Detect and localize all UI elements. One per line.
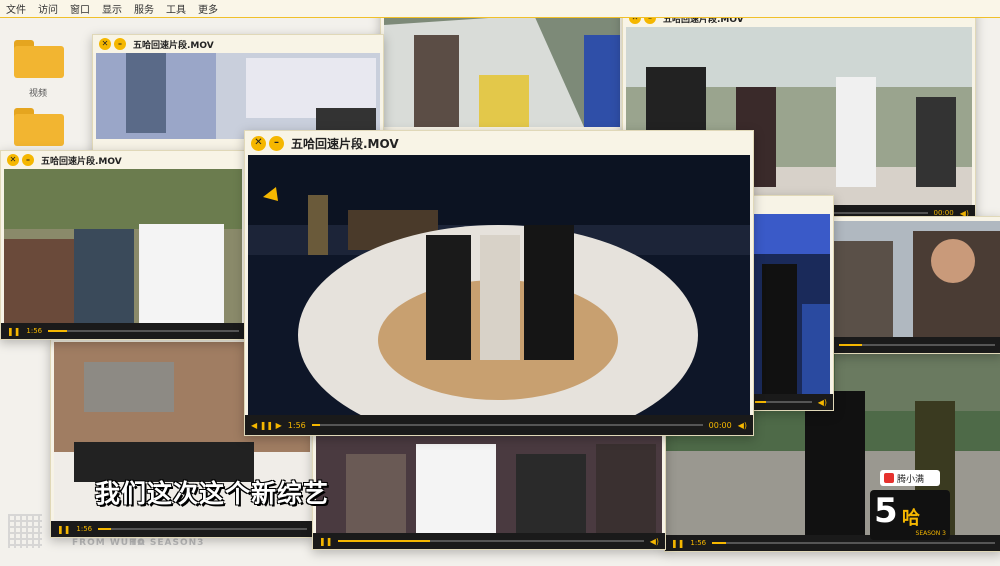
video-thumbnail — [4, 169, 242, 323]
menu-service[interactable]: 服务 — [134, 1, 154, 16]
window-titlebar[interactable]: ✕ – 五哈回速片段.MOV — [245, 131, 753, 155]
video-frame — [248, 155, 750, 415]
minimize-icon[interactable]: – — [269, 135, 284, 151]
pause-icon[interactable]: ❚❚ — [7, 327, 20, 336]
current-time: 1:56 — [76, 525, 93, 533]
video-frame — [752, 214, 830, 394]
video-window-group[interactable]: ❚❚ ◀) — [312, 430, 666, 550]
progress-bar[interactable] — [755, 401, 812, 403]
player-controls — [833, 337, 1000, 353]
folder-label: 视频 — [29, 89, 48, 99]
player-controls: ❚❚ 1:56 — [1, 323, 245, 339]
pause-icon[interactable]: ◀ ❚❚ ▶ — [251, 421, 282, 430]
brand-badge: 腾小满 — [880, 470, 940, 486]
subtitle: 我们这次这个新综艺 — [95, 479, 330, 508]
pause-icon[interactable]: ❚❚ — [57, 525, 70, 534]
menu-display[interactable]: 显示 — [102, 1, 122, 16]
brand-name: 腾小满 — [897, 474, 925, 485]
total-time: 00:00 — [708, 420, 732, 430]
close-icon[interactable]: ✕ — [251, 135, 266, 151]
video-window-concert[interactable]: ◀) — [748, 195, 834, 411]
progress-bar[interactable] — [311, 424, 703, 426]
progress-bar[interactable] — [98, 528, 307, 530]
menu-window[interactable]: 窗口 — [70, 1, 90, 16]
progress-bar[interactable] — [839, 344, 995, 346]
volume-icon[interactable]: ◀) — [650, 537, 659, 546]
close-icon[interactable]: ✕ — [99, 38, 111, 50]
video-frame — [384, 5, 620, 127]
show-logo: 5 哈 SEASON 3 — [870, 490, 950, 540]
menu-more[interactable]: 更多 — [198, 1, 218, 16]
progress-bar[interactable] — [712, 542, 995, 544]
close-icon[interactable]: ✕ — [7, 154, 19, 166]
qr-code — [8, 514, 42, 548]
video-frame — [833, 221, 1000, 337]
bottom-tag-to: TO SEASON3 — [130, 538, 205, 548]
video-thumbnail — [248, 155, 750, 415]
player-controls: ◀) — [749, 394, 833, 410]
video-frame — [96, 53, 380, 139]
player-controls: ❚❚ 1:56 — [51, 521, 313, 537]
volume-icon[interactable]: ◀) — [738, 421, 747, 430]
minimize-icon[interactable]: – — [114, 38, 126, 50]
current-time: 1:56 — [26, 327, 43, 335]
window-title: 五哈回速片段.MOV — [291, 136, 399, 151]
window-title: 五哈回速片段.MOV — [41, 156, 122, 167]
video-frame — [316, 434, 662, 533]
pause-icon[interactable]: ❚❚ — [319, 537, 332, 546]
window-titlebar[interactable]: ✕ – 五哈回速片段.MOV — [1, 151, 245, 169]
brand-logo-icon — [884, 473, 894, 483]
player-controls: ◀ ❚❚ ▶ 1:56 00:00 ◀) — [245, 415, 753, 435]
pause-icon[interactable]: ❚❚ — [671, 539, 684, 548]
window-title: 五哈回速片段.MOV — [133, 40, 214, 51]
player-controls: ❚❚ ◀) — [313, 533, 665, 549]
video-thumbnail — [96, 53, 380, 139]
menu-file[interactable]: 文件 — [6, 1, 26, 16]
progress-bar[interactable] — [48, 330, 239, 332]
menu-visit[interactable]: 访问 — [38, 1, 58, 16]
current-time: 1:56 — [287, 420, 306, 430]
logo-text: 哈 — [902, 508, 920, 529]
video-thumbnail — [752, 214, 830, 394]
video-thumbnail — [316, 434, 662, 533]
video-thumbnail — [384, 5, 620, 127]
video-thumbnail — [833, 221, 1000, 337]
folder-icon[interactable] — [14, 108, 64, 146]
progress-bar[interactable] — [338, 540, 644, 542]
minimize-icon[interactable]: – — [22, 154, 34, 166]
folder-icon[interactable] — [14, 40, 64, 78]
video-window-adoption[interactable]: ✕ – 五哈回速片段.MOV ❚❚ 1:56 — [0, 150, 246, 340]
window-titlebar[interactable]: ✕ – 五哈回速片段.MOV — [93, 35, 383, 53]
video-frame — [4, 169, 242, 323]
video-window-cheering[interactable] — [832, 216, 1000, 354]
menubar: 文件 访问 窗口 显示 服务 工具 更多 — [0, 0, 1000, 18]
video-window-main[interactable]: ✕ – 五哈回速片段.MOV ◀ ❚❚ ▶ 1:56 00:00 ◀) — [244, 130, 754, 436]
video-window-tent[interactable] — [380, 0, 624, 132]
menu-tools[interactable]: 工具 — [166, 1, 186, 16]
logo-season: SEASON 3 — [915, 530, 946, 537]
current-time: 1:56 — [690, 539, 707, 547]
logo-number: 5 — [874, 491, 898, 531]
volume-icon[interactable]: ◀) — [818, 398, 827, 407]
